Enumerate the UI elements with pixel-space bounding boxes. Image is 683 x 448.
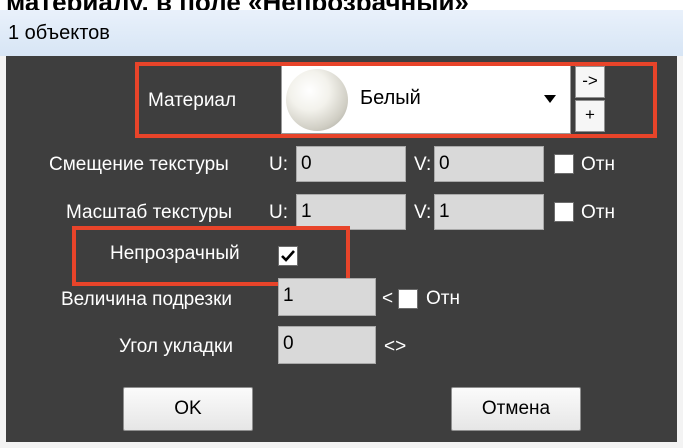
texture-scale-relative-checkbox[interactable] <box>554 202 574 222</box>
trim-label: Величина подрезки <box>61 289 233 310</box>
texture-scale-v-input[interactable]: 1 <box>434 194 544 230</box>
texture-scale-label: Масштаб текстуры <box>66 202 233 223</box>
texture-offset-relative-checkbox[interactable] <box>554 154 574 174</box>
laying-angle-input[interactable]: 0 <box>278 326 376 364</box>
texture-offset-relative-label: Отн <box>581 154 615 175</box>
texture-offset-label: Смещение текстуры <box>49 154 229 175</box>
texture-offset-v-input[interactable]: 0 <box>434 146 544 182</box>
trim-relative-label: Отн <box>426 288 460 309</box>
texture-scale-u-label: U: <box>269 202 288 223</box>
texture-scale-u-input[interactable]: 1 <box>296 194 406 230</box>
trim-relative-checkbox[interactable] <box>398 289 418 309</box>
opaque-highlight-frame <box>72 226 350 286</box>
trim-symbol: < <box>382 288 394 309</box>
material-highlight-frame <box>135 62 657 138</box>
texture-offset-u-input[interactable]: 0 <box>296 146 406 182</box>
texture-scale-v-label: V: <box>414 202 432 223</box>
window-title-bar: 1 объектов <box>0 10 683 57</box>
texture-offset-u-label: U: <box>269 154 288 175</box>
window-title: 1 объектов <box>8 22 110 44</box>
texture-offset-v-label: V: <box>414 154 432 175</box>
laying-angle-label: Угол укладки <box>119 336 233 357</box>
cancel-button[interactable]: Отмена <box>451 387 581 431</box>
laying-angle-symbol: <> <box>384 336 407 357</box>
texture-scale-relative-label: Отн <box>581 202 615 223</box>
trim-input[interactable]: 1 <box>278 278 376 316</box>
material-dialog: Материал Белый -> + Смещение текстуры U:… <box>0 56 683 448</box>
ok-button[interactable]: OK <box>123 387 253 431</box>
